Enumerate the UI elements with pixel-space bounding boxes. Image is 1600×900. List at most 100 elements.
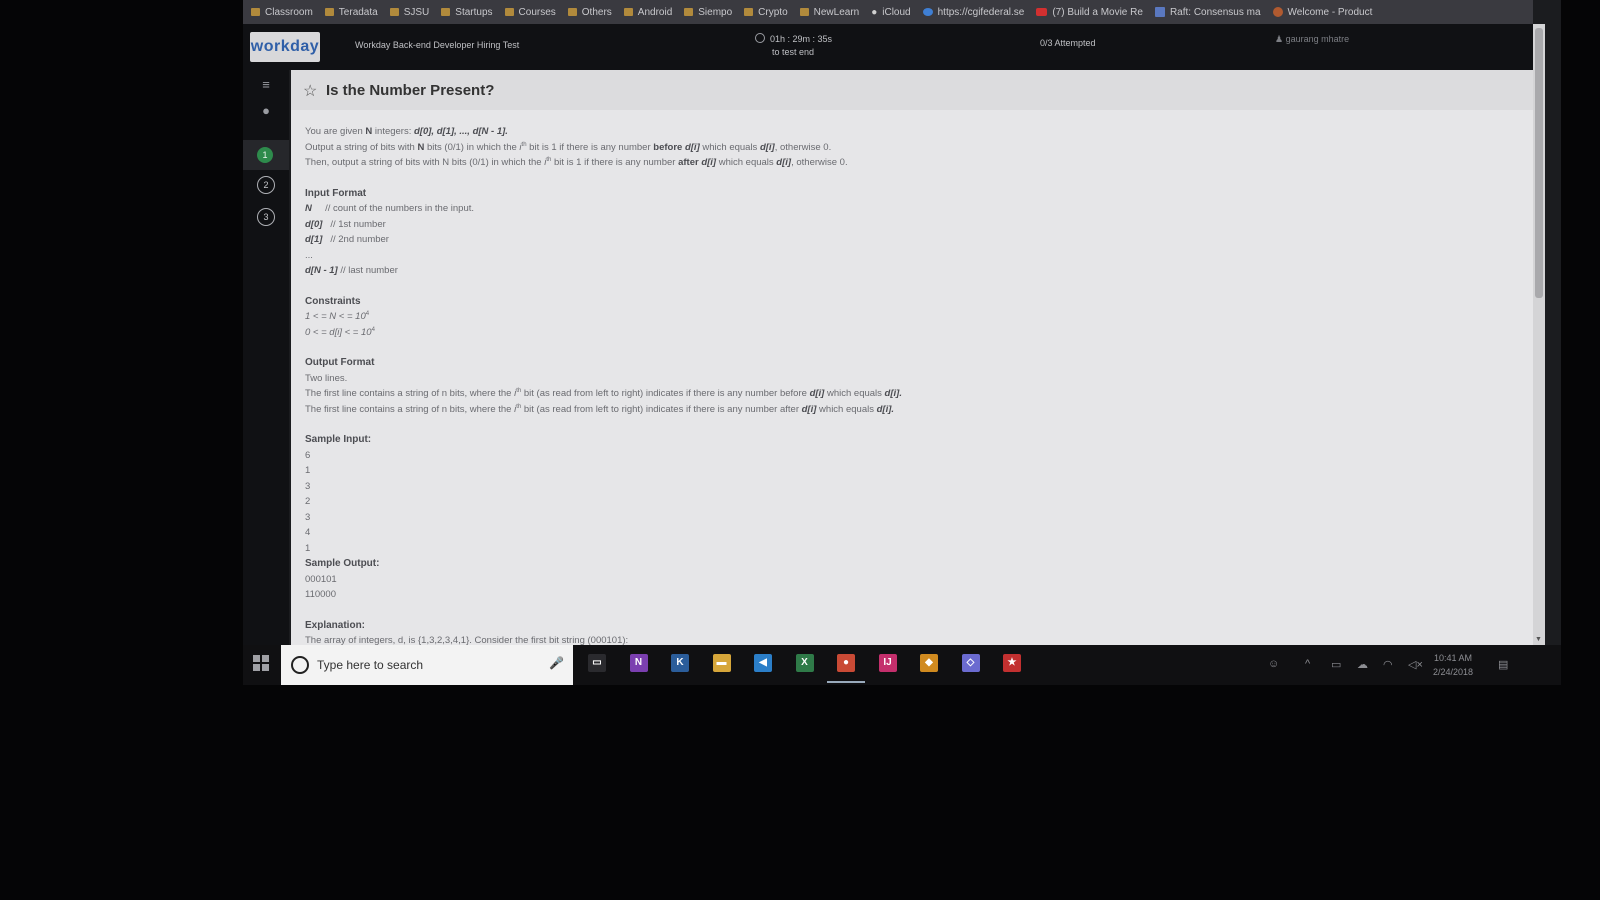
page-icon [1154,7,1165,17]
question-panel: ☆ Is the Number Present? You are given N… [291,70,1533,645]
kleopatra-icon[interactable]: K [671,654,689,672]
sample-input-line: 1 [305,465,311,476]
excel-icon[interactable]: X [795,654,814,672]
sample-input-line: 3 [305,480,311,492]
bookmarks-bar: Classroom Teradata SJSU Startups Courses… [243,0,1533,24]
bookmark-teradata[interactable]: Teradata [324,7,378,18]
sample-output-heading: Sample Output: [305,558,380,569]
cortana-icon [291,656,309,674]
folder-icon [389,8,399,16]
vertical-scrollbar[interactable]: ▼ [1533,24,1545,645]
sample-output-line: 000101 [305,573,337,585]
intro-line-3: Then, output a string of bits with N bit… [305,157,848,168]
folder-icon [567,8,577,16]
test-header: workday Workday Back-end Developer Hirin… [243,24,1533,70]
question-body: You are given N integers: d[0], d[1], ..… [305,124,1505,645]
input-format-line: d[N - 1] // last number [305,265,398,276]
bookmark-classroom[interactable]: Classroom [251,7,313,18]
input-format-line: d[0] // 1st number [305,218,386,230]
bookmark-newlearn[interactable]: NewLearn [799,7,859,18]
bookmark-icloud[interactable]: ● iCloud [871,7,910,18]
taskbar-clock[interactable]: 10:41 AM 2/24/2018 [1433,651,1473,679]
sample-input-line: 2 [305,496,311,507]
bookmark-courses[interactable]: Courses [504,7,556,18]
input-format-heading: Input Format [305,187,367,199]
notifications-icon[interactable]: ▤ [1498,658,1508,671]
input-format-line: d[1] // 2nd number [305,234,389,245]
vpn-shield-icon[interactable]: ◆ [920,654,938,672]
constraint-line: 0 < = d[i] < = 104 [305,326,375,338]
clock-icon [755,33,765,43]
workday-logo: workday [250,32,320,62]
apple-icon: ● [871,6,878,18]
menu-icon[interactable]: ≡ [258,77,274,93]
onenote-icon[interactable]: N [629,654,648,672]
bookmark-siempo[interactable]: Siempo [684,7,732,18]
input-format-line: ... [305,249,313,261]
constraints-heading: Constraints [305,295,361,307]
bookmark-sjsu[interactable]: SJSU [389,7,429,18]
bookmark-raft[interactable]: Raft: Consensus ma [1154,7,1261,18]
taskbar: Type here to search 🎤 ▭ N K ▬ ◀ X ● IJ ◆ ◇ ★ ☺ ^ ▭… [243,645,1561,685]
folder-icon [441,8,451,16]
constraint-line: 1 < = N < = 104 [305,311,370,322]
user-menu[interactable]: ♟ gaurang mhatre [1275,34,1349,45]
folder-icon [744,8,754,16]
test-title: Workday Back-end Developer Hiring Test [355,40,520,50]
git-icon[interactable]: ◇ [961,654,980,672]
question-nav-3[interactable]: 3 [257,208,275,226]
taskbar-search-box[interactable]: Type here to search 🎤 [281,645,573,685]
output-format-heading: Output Format [305,357,375,368]
intellij-icon[interactable]: IJ [878,654,897,672]
scrollbar-thumb[interactable] [1535,28,1543,298]
bookmark-cgifederal[interactable]: https://cgifederal.se [922,7,1024,18]
output-format-line: The first line contains a string of n bi… [305,403,895,415]
bookmark-welcome-product[interactable]: Welcome - Product [1272,7,1372,18]
file-explorer-icon[interactable]: ▬ [712,654,731,672]
chevron-up-icon[interactable]: ^ [1305,658,1310,670]
star-icon[interactable]: ☆ [303,81,317,101]
help-icon[interactable]: ● [258,103,274,119]
battery-icon[interactable]: ▭ [1331,658,1341,671]
bookmark-startups[interactable]: Startups [441,7,493,18]
attempted-count: 0/3 Attempted [1040,38,1096,48]
red-app-icon[interactable]: ★ [1003,654,1021,672]
intro-line-2: Output a string of bits with N bits (0/1… [305,141,832,153]
people-icon[interactable]: ☺ [1268,658,1279,670]
folder-icon [799,8,809,16]
volume-muted-icon[interactable]: ◁× [1408,658,1423,671]
test-timer: 01h : 29m : 35s to test end [755,33,832,59]
sample-output-line: 110000 [305,589,336,600]
output-format-line: Two lines. [305,372,348,384]
sample-input-line: 4 [305,527,311,538]
bookmark-others[interactable]: Others [567,7,612,18]
explanation-line: The array of integers, d, is {1,3,2,3,4,… [305,635,629,645]
bookmark-crypto[interactable]: Crypto [744,7,788,18]
scroll-down-arrow-icon[interactable]: ▼ [1535,636,1542,643]
chrome-icon[interactable]: ● [827,654,865,683]
folder-icon [684,8,694,16]
microphone-icon[interactable]: 🎤 [549,656,564,670]
sample-input-line: 1 [305,542,311,554]
sample-input-heading: Sample Input: [305,434,372,445]
bookmark-android[interactable]: Android [623,7,672,18]
input-format-line: N // count of the numbers in the input. [305,203,475,214]
wifi-icon[interactable]: ◠ [1383,658,1393,671]
sample-input-line: 6 [305,449,311,461]
youtube-icon [1036,8,1048,16]
question-nav-2[interactable]: 2 [257,176,275,194]
question-sidebar: ≡ ● 1 2 3 [243,70,289,645]
folder-icon [623,8,633,16]
sample-input-line: 3 [305,511,311,523]
screen: Classroom Teradata SJSU Startups Courses… [243,0,1561,685]
vscode-icon[interactable]: ◀ [754,654,772,672]
folder-icon [504,8,514,16]
question-title-bar: ☆ Is the Number Present? [291,70,1533,110]
question-title: Is the Number Present? [326,82,495,99]
task-view-icon[interactable]: ▭ [588,654,606,672]
cloud-icon[interactable]: ☁ [1357,658,1368,671]
bookmark-build-movie[interactable]: (7) Build a Movie Re [1036,7,1143,18]
windows-start-icon[interactable] [253,655,269,671]
globe-icon [922,8,933,16]
question-nav-1[interactable]: 1 [243,140,289,170]
